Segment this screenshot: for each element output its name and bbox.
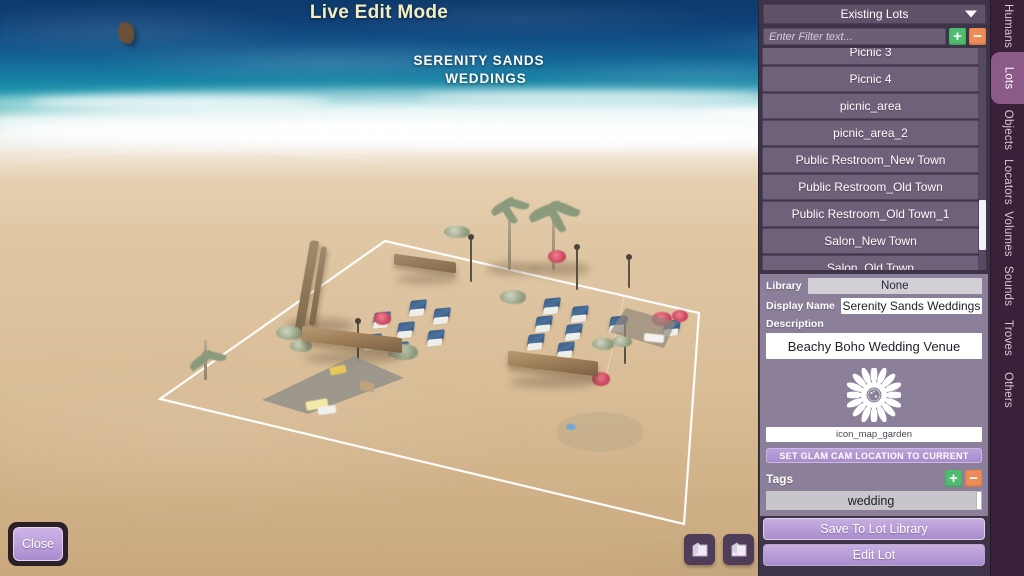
- tab-lots[interactable]: Lots: [991, 52, 1024, 104]
- tab-label: Lots: [1001, 66, 1014, 90]
- chevron-down-icon: [965, 10, 977, 18]
- tab-others[interactable]: Others: [991, 364, 1024, 416]
- tab-troves[interactable]: Troves: [991, 312, 1024, 364]
- sand-patch: [556, 412, 644, 452]
- torch-pole: [626, 254, 632, 288]
- display-name-input[interactable]: Serenity Sands Weddings: [840, 298, 982, 314]
- display-name-row: Display Name Serenity Sands Weddings: [766, 298, 982, 314]
- tag-item[interactable]: wedding: [766, 491, 976, 510]
- category-dropdown-label: Existing Lots: [840, 7, 909, 21]
- save-to-lot-library-button[interactable]: Save To Lot Library: [763, 518, 985, 540]
- add-tag-button[interactable]: +: [945, 470, 962, 487]
- tab-label: Objects: [1002, 109, 1015, 151]
- tags-header: Tags + −: [766, 470, 982, 487]
- tab-locators[interactable]: Locators: [991, 156, 1024, 208]
- ceremony-aisle-mat: [610, 308, 676, 348]
- corner-icon-group: [684, 534, 754, 565]
- lot-list-item[interactable]: picnic_area_2: [762, 120, 979, 146]
- lot-list-item[interactable]: Public Restroom_Old Town: [762, 174, 979, 200]
- lot-list-item[interactable]: Picnic 3: [762, 48, 979, 65]
- close-button[interactable]: Close: [13, 527, 63, 561]
- flower-arrangement: [548, 250, 566, 263]
- prop-shadow: [510, 376, 598, 388]
- lot-icon-name[interactable]: icon_map_garden: [766, 427, 982, 442]
- tab-label: Locators: [1002, 159, 1014, 205]
- edit-lot-button[interactable]: Edit Lot: [763, 544, 985, 566]
- lot-details-section: Library None Display Name Serenity Sands…: [760, 274, 988, 516]
- display-name-label: Display Name: [766, 300, 835, 312]
- flower-arrangement: [374, 312, 391, 325]
- category-tab-strip: Humans Lots Objects Locators Volumes Sounds Tr…: [990, 0, 1024, 576]
- tab-label: Volumes: [1002, 211, 1015, 257]
- category-dropdown[interactable]: Existing Lots: [763, 4, 986, 24]
- beach-towel: [566, 424, 576, 430]
- flower-icon: [847, 368, 901, 422]
- tab-sounds[interactable]: Sounds: [991, 260, 1024, 312]
- prop-shadow: [396, 274, 458, 284]
- torch-pole: [574, 244, 580, 290]
- lot-list-item[interactable]: Public Restroom_Old Town_1: [762, 201, 979, 227]
- lot-list-item[interactable]: Salon_New Town: [762, 228, 979, 254]
- tab-label: Others: [1002, 372, 1014, 408]
- tags-scrollbar[interactable]: [976, 491, 982, 510]
- tab-humans[interactable]: Humans: [991, 0, 1024, 52]
- add-lot-button[interactable]: +: [949, 28, 966, 45]
- lot-list-item[interactable]: Salon_Old Town: [762, 255, 979, 270]
- tab-label: Sounds: [1002, 265, 1014, 307]
- panel-actions: Save To Lot Library Edit Lot: [760, 516, 988, 574]
- lot-list-item[interactable]: Public Restroom_New Town: [762, 147, 979, 173]
- tab-container: Humans Lots Objects Locators Volumes Sounds Tr…: [991, 0, 1024, 416]
- take-photo-icon[interactable]: [684, 534, 715, 565]
- description-label: Description: [766, 318, 824, 330]
- filter-input[interactable]: Enter Filter text...: [763, 28, 946, 45]
- screenshot-icon[interactable]: [723, 534, 754, 565]
- library-value[interactable]: None: [807, 278, 982, 294]
- shrub: [444, 226, 470, 238]
- lot-list-scrollbar[interactable]: [979, 48, 986, 270]
- torch-pole: [468, 234, 474, 282]
- tab-label: Humans: [1002, 3, 1014, 49]
- tab-objects[interactable]: Objects: [991, 104, 1024, 156]
- prop-shadow: [530, 262, 590, 276]
- shrub: [500, 290, 526, 304]
- library-row: Library None: [766, 278, 982, 294]
- tab-strip-filler: [991, 416, 1024, 576]
- lot-list-item[interactable]: Picnic 4: [762, 66, 979, 92]
- lot-list-item[interactable]: picnic_area: [762, 93, 979, 119]
- shrub: [276, 326, 302, 340]
- lot-list-scrollbar-thumb[interactable]: [979, 200, 986, 250]
- live-edit-mode-title: Live Edit Mode: [309, 2, 449, 23]
- remove-tag-button[interactable]: −: [965, 470, 982, 487]
- library-label: Library: [766, 280, 802, 292]
- tags-label: Tags: [766, 471, 794, 486]
- description-input[interactable]: Beachy Boho Wedding Venue: [766, 333, 982, 359]
- tab-volumes[interactable]: Volumes: [991, 208, 1024, 260]
- set-glam-cam-button[interactable]: SET GLAM CAM LOCATION TO CURRENT: [766, 448, 982, 463]
- lot-icon-preview: [766, 365, 982, 425]
- tab-label: Troves: [1002, 320, 1015, 356]
- filter-row: Enter Filter text... + −: [763, 28, 986, 45]
- live-edit-screen: Live Edit Mode SERENITY SANDS WEDDINGS C…: [0, 0, 1024, 576]
- remove-lot-button[interactable]: −: [969, 28, 986, 45]
- close-button-frame: Close: [8, 522, 68, 566]
- existing-lots-list[interactable]: Picnic 3 Picnic 4 picnic_area picnic_area_2…: [762, 48, 986, 270]
- panel-header: Existing Lots Enter Filter text... + −: [759, 0, 990, 45]
- lot-list-items: Picnic 3 Picnic 4 picnic_area picnic_area_2…: [762, 48, 979, 270]
- tags-list: wedding: [766, 491, 982, 511]
